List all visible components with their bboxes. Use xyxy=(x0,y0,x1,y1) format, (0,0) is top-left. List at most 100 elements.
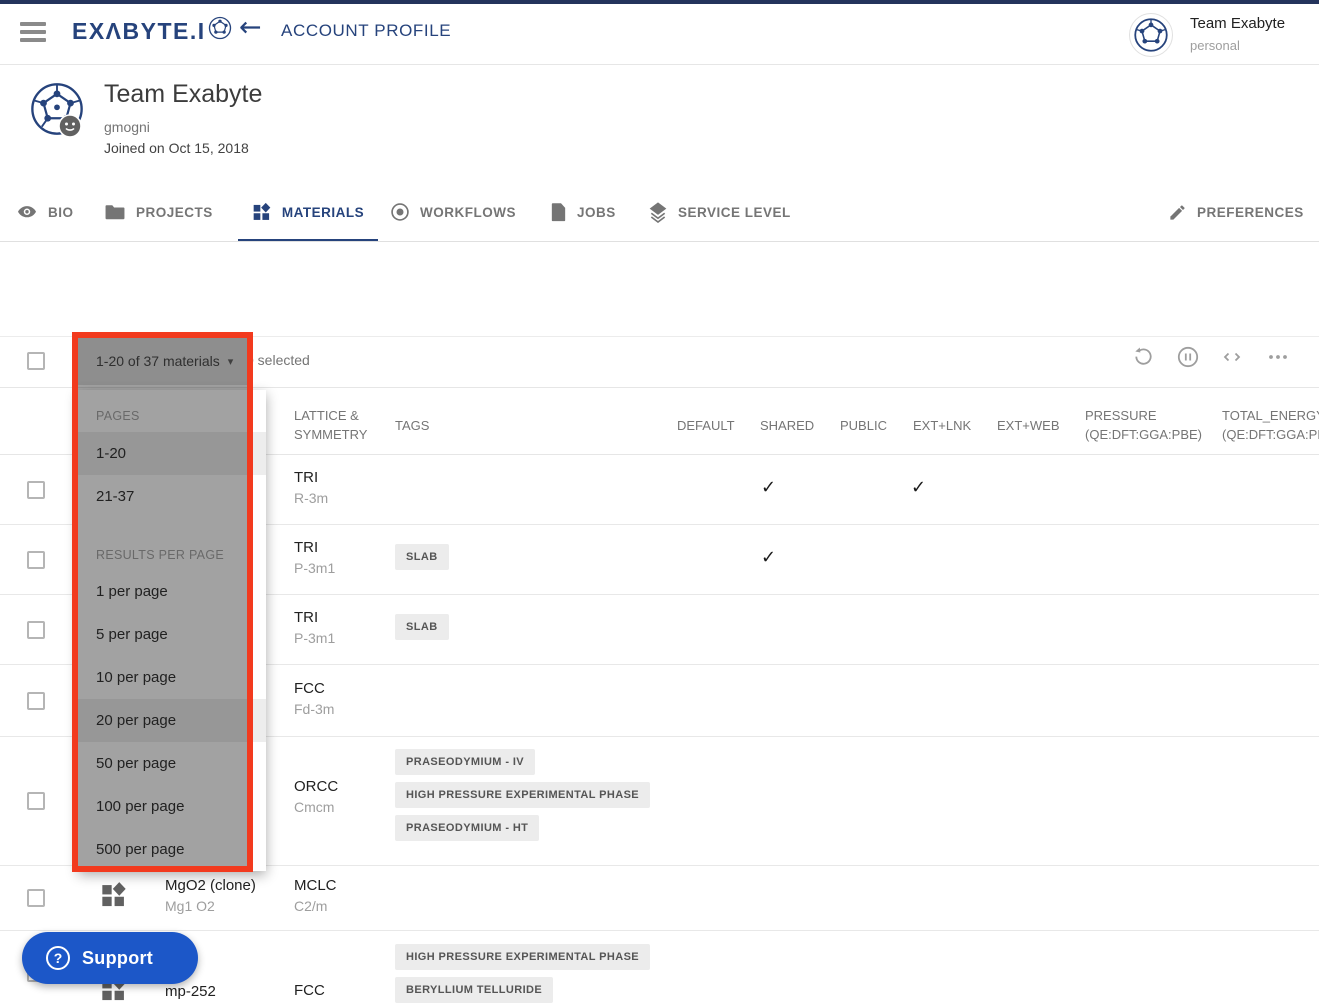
pause-circle-icon xyxy=(1176,345,1200,369)
pencil-icon xyxy=(1168,203,1187,222)
code-icon xyxy=(1220,345,1244,369)
pagination-label: 1-20 of 37 materials xyxy=(96,353,220,369)
results-per-page-subheader: RESULTS PER PAGE xyxy=(96,548,224,562)
pause-button[interactable] xyxy=(1176,345,1200,369)
preferences-label: PREFERENCES xyxy=(1197,205,1304,220)
menu-item-page-1-20[interactable]: 1-20 xyxy=(78,432,266,475)
tab-materials[interactable]: MATERIALS xyxy=(240,183,376,241)
select-all-checkbox[interactable] xyxy=(27,352,45,370)
lattice-cell: TRIP-3m1 xyxy=(294,539,335,576)
menu-item-50-per-page[interactable]: 50 per page xyxy=(78,742,266,785)
lattice-cell: TRIR-3m xyxy=(294,469,328,506)
selection-bar: 1-20 of 37 materials ▾ 0 selected xyxy=(0,337,1319,388)
menu-item-500-per-page[interactable]: 500 per page xyxy=(78,828,266,871)
eye-icon xyxy=(16,203,38,221)
folder-icon xyxy=(104,203,126,221)
tag-chip: BERYLLIUM TELLURIDE xyxy=(395,977,553,1003)
more-horiz-icon xyxy=(1266,345,1290,369)
support-label: Support xyxy=(82,948,153,969)
table-row[interactable]: mp-252 FCC HIGH PRESSURE EXPERIMENTAL PH… xyxy=(0,931,1319,1003)
column-ext-lnk[interactable]: EXT+LNK xyxy=(913,416,971,435)
menu-item-100-per-page[interactable]: 100 per page xyxy=(78,785,266,828)
row-checkbox[interactable] xyxy=(27,481,45,499)
table-row[interactable]: MgO2 (clone)Mg1 O2 MCLCC2/m xyxy=(0,866,1319,931)
material-name-cell[interactable]: mp-252 xyxy=(165,983,216,1000)
menu-item-20-per-page[interactable]: 20 per page xyxy=(78,699,266,742)
tab-service-level[interactable]: SERVICE LEVEL xyxy=(648,183,791,241)
logo-text: EXΛBYTE.I xyxy=(72,18,206,45)
refresh-button[interactable] xyxy=(1131,345,1155,369)
ext-lnk-check-icon: ✓ xyxy=(911,477,926,498)
preferences-button[interactable]: PREFERENCES xyxy=(1168,183,1304,241)
column-ext-web[interactable]: EXT+WEB xyxy=(997,416,1060,435)
menu-item-10-per-page[interactable]: 10 per page xyxy=(78,656,266,699)
column-tags[interactable]: TAGS xyxy=(395,416,429,435)
lattice-cell: FCCFd-3m xyxy=(294,680,334,717)
tab-bio[interactable]: BIO xyxy=(16,183,74,241)
column-shared[interactable]: SHARED xyxy=(760,416,814,435)
pagination-dropdown-trigger[interactable]: 1-20 of 37 materials ▾ xyxy=(78,337,247,385)
tag-chip: PRASEODYMIUM - IV xyxy=(395,749,535,775)
tab-workflows-label: WORKFLOWS xyxy=(420,205,516,220)
pagination-menu: PAGES 1-20 21-37 RESULTS PER PAGE 1 per … xyxy=(78,390,266,871)
filter-bar: + xyxy=(0,242,1319,337)
tag-chip: HIGH PRESSURE EXPERIMENTAL PHASE xyxy=(395,944,650,970)
profile-username: gmogni xyxy=(104,119,150,135)
column-public[interactable]: PUBLIC xyxy=(840,416,887,435)
tab-jobs-label: JOBS xyxy=(577,205,616,220)
tab-projects[interactable]: PROJECTS xyxy=(104,183,213,241)
row-checkbox[interactable] xyxy=(27,621,45,639)
menu-icon[interactable] xyxy=(20,22,46,42)
account-avatar[interactable] xyxy=(1129,13,1173,57)
selected-count: 0 selected xyxy=(246,352,310,368)
logo-ball-icon xyxy=(208,16,232,46)
materials-icon xyxy=(252,202,272,222)
column-total-energy[interactable]: TOTAL_ENERGY(QE:DFT:GGA:PBE) xyxy=(1222,406,1319,444)
menu-item-page-21-37[interactable]: 21-37 xyxy=(78,475,266,518)
tab-service-level-label: SERVICE LEVEL xyxy=(678,205,791,220)
row-checkbox[interactable] xyxy=(27,551,45,569)
app-logo[interactable]: EXΛBYTE.I xyxy=(72,16,232,46)
code-view-button[interactable] xyxy=(1220,345,1244,369)
profile-joined-date: Joined on Oct 15, 2018 xyxy=(104,140,249,156)
tag-chip: HIGH PRESSURE EXPERIMENTAL PHASE xyxy=(395,782,650,808)
column-lattice-symmetry[interactable]: LATTICE &SYMMETRY xyxy=(294,406,367,444)
more-options-button[interactable] xyxy=(1266,345,1290,369)
profile-tabs: BIO PROJECTS MATERIALS WORKFLOWS JOBS SE… xyxy=(0,183,1319,242)
material-name-cell[interactable]: MgO2 (clone)Mg1 O2 xyxy=(165,877,256,914)
shared-check-icon: ✓ xyxy=(761,547,776,568)
caret-down-icon: ▾ xyxy=(228,355,234,368)
help-question-icon: ? xyxy=(46,946,70,970)
lattice-cell: ORCCCmcm xyxy=(294,778,338,815)
account-name: Team Exabyte xyxy=(1190,15,1285,32)
shared-check-icon: ✓ xyxy=(761,477,776,498)
tag-chip: SLAB xyxy=(395,614,449,640)
tab-workflows[interactable]: WORKFLOWS xyxy=(390,183,516,241)
menu-item-5-per-page[interactable]: 5 per page xyxy=(78,613,266,656)
row-checkbox[interactable] xyxy=(27,889,45,907)
tab-materials-label: MATERIALS xyxy=(282,205,364,220)
active-tab-underline xyxy=(238,239,378,241)
page-title: ACCOUNT PROFILE xyxy=(281,21,451,41)
tab-projects-label: PROJECTS xyxy=(136,205,213,220)
support-button[interactable]: ? Support xyxy=(22,932,198,984)
menu-item-1-per-page[interactable]: 1 per page xyxy=(78,570,266,613)
row-checkbox[interactable] xyxy=(27,692,45,710)
lattice-cell: TRIP-3m1 xyxy=(294,609,335,646)
tab-bio-label: BIO xyxy=(48,205,74,220)
account-profile-screen: EXΛBYTE.I ← ACCOUNT PROFILE Team Exabyte… xyxy=(0,0,1319,1003)
column-default[interactable]: DEFAULT xyxy=(677,416,735,435)
material-icon xyxy=(100,881,128,909)
tab-jobs[interactable]: JOBS xyxy=(550,183,616,241)
lattice-cell: FCC xyxy=(294,982,325,999)
tag-chip: SLAB xyxy=(395,544,449,570)
back-arrow-icon[interactable]: ← xyxy=(239,12,262,43)
refresh-icon xyxy=(1131,345,1155,369)
profile-name: Team Exabyte xyxy=(104,80,262,109)
account-type: personal xyxy=(1190,38,1240,53)
document-icon xyxy=(550,202,567,222)
layers-icon xyxy=(648,201,668,223)
column-pressure[interactable]: PRESSURE(QE:DFT:GGA:PBE) xyxy=(1085,406,1202,444)
app-bar: EXΛBYTE.I ← ACCOUNT PROFILE Team Exabyte… xyxy=(0,4,1319,65)
row-checkbox[interactable] xyxy=(27,792,45,810)
